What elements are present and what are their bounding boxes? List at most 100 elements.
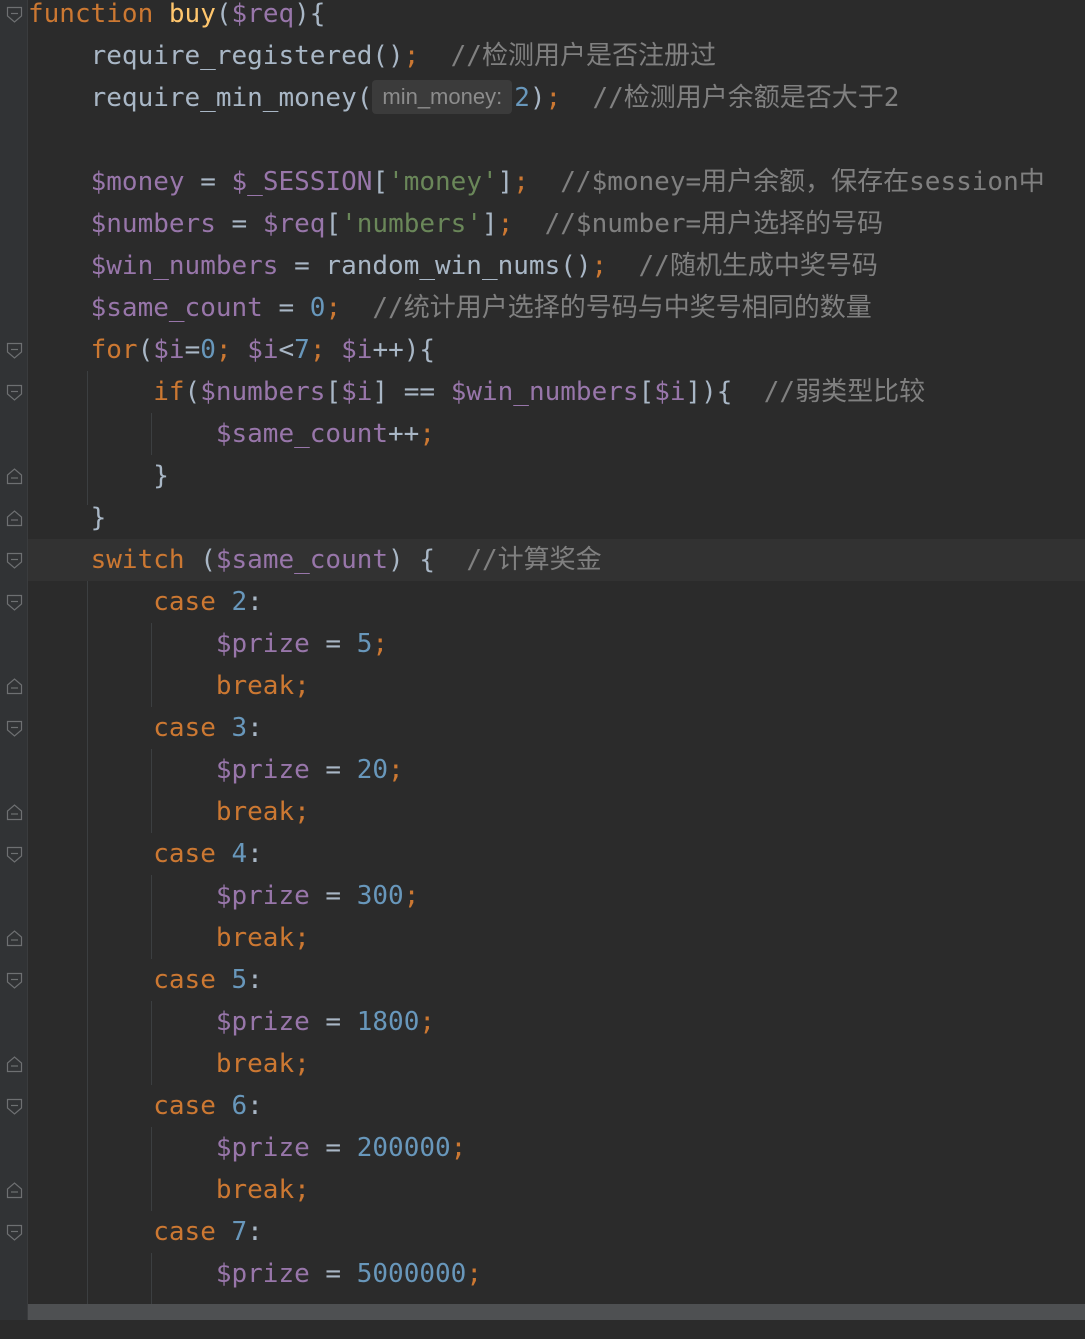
code-line[interactable]: if($numbers[$i] == $win_numbers[$i]){ //… — [28, 371, 925, 413]
code-line[interactable]: break; — [28, 791, 310, 833]
variable-token: $req — [231, 0, 295, 29]
code-line[interactable]: $prize = 5; — [28, 623, 388, 665]
code-token: } — [28, 461, 169, 491]
code-editor[interactable]: function buy($req){ require_registered()… — [0, 0, 1085, 1339]
keyword-token: ; — [419, 1007, 436, 1037]
fold-collapse-icon[interactable] — [6, 6, 23, 23]
comment-token: //弱类型比较 — [763, 377, 926, 407]
fold-end-icon[interactable] — [6, 1182, 23, 1199]
code-line[interactable]: $numbers = $req['numbers']; //$number=用户… — [28, 203, 884, 245]
keyword-token: break; — [215, 1049, 310, 1079]
code-line[interactable]: $prize = 300; — [28, 875, 420, 917]
code-line[interactable]: switch ($same_count) { //计算奖金 — [28, 539, 602, 581]
code-line[interactable]: case 7: — [28, 1211, 263, 1253]
code-line[interactable]: $same_count = 0; //统计用户选择的号码与中奖号相同的数量 — [28, 287, 872, 329]
code-line[interactable]: case 5: — [28, 959, 263, 1001]
code-line[interactable]: break; — [28, 1169, 310, 1211]
variable-token: $prize — [215, 1007, 310, 1037]
code-line[interactable]: $same_count++; — [28, 413, 435, 455]
keyword-token: break; — [215, 671, 310, 701]
fold-end-icon[interactable] — [6, 468, 23, 485]
code-line[interactable]: case 3: — [28, 707, 263, 749]
keyword-token: case — [153, 713, 216, 743]
code-line[interactable]: $prize = 200000; — [28, 1127, 466, 1169]
code-token: = — [309, 1007, 357, 1037]
fold-end-icon[interactable] — [6, 930, 23, 947]
fold-end-icon[interactable] — [6, 1056, 23, 1073]
code-line[interactable]: for($i=0; $i<7; $i++){ — [28, 329, 435, 371]
code-line[interactable]: case 6: — [28, 1085, 263, 1127]
code-line[interactable]: $money = $_SESSION['money']; //$money=用户… — [28, 161, 1045, 203]
fold-collapse-icon[interactable] — [6, 1098, 23, 1115]
keyword-token: case — [153, 587, 216, 617]
fold-collapse-icon[interactable] — [6, 552, 23, 569]
fold-collapse-icon[interactable] — [6, 720, 23, 737]
keyword-token: ; — [325, 293, 342, 323]
code-token: [ — [638, 377, 655, 407]
code-line[interactable]: break; — [28, 665, 310, 707]
code-token: ]){ — [685, 377, 764, 407]
code-line[interactable]: function buy($req){ — [28, 0, 325, 35]
fold-collapse-icon[interactable] — [6, 594, 23, 611]
code-token: = — [215, 209, 263, 239]
fold-end-icon[interactable] — [6, 678, 23, 695]
code-line[interactable]: } — [28, 497, 107, 539]
code-line[interactable]: case 4: — [28, 833, 263, 875]
code-line[interactable]: $prize = 1800; — [28, 1001, 435, 1043]
keyword-token: break; — [215, 1175, 310, 1205]
fold-collapse-icon[interactable] — [6, 972, 23, 989]
code-line[interactable]: $win_numbers = random_win_nums(); //随机生成… — [28, 245, 878, 287]
code-token: ){ — [294, 0, 326, 29]
keyword-token: ; — [372, 629, 389, 659]
number-token: 5 — [231, 965, 248, 995]
code-line[interactable]: $prize = 20; — [28, 749, 404, 791]
variable-token: $prize — [215, 1259, 310, 1289]
code-line[interactable]: } — [28, 455, 169, 497]
comment-token: //计算奖金 — [466, 545, 602, 575]
horizontal-scrollbar[interactable] — [28, 1304, 1085, 1320]
fold-collapse-icon[interactable] — [6, 384, 23, 401]
keyword-token: switch — [90, 545, 185, 575]
fold-collapse-icon[interactable] — [6, 846, 23, 863]
code-token: } — [28, 503, 107, 533]
code-line[interactable]: require_registered(); //检测用户是否注册过 — [28, 35, 716, 77]
number-token: 7 — [231, 1217, 248, 1247]
code-line[interactable]: case 2: — [28, 581, 263, 623]
number-token: 1800 — [356, 1007, 420, 1037]
variable-token: $win_numbers — [450, 377, 639, 407]
variable-token: $i — [341, 335, 373, 365]
code-line[interactable]: break; — [28, 917, 310, 959]
editor-gutter[interactable] — [0, 0, 28, 1339]
number-token: 0 — [309, 293, 326, 323]
code-token: ( — [184, 377, 201, 407]
fold-collapse-icon[interactable] — [6, 1224, 23, 1241]
number-token: 2 — [514, 83, 530, 113]
code-line[interactable]: break; — [28, 1043, 310, 1085]
code-token: require_min_money( — [28, 83, 373, 113]
comment-token: //$money=用户余额，保存在session中 — [560, 167, 1045, 197]
code-token: = — [309, 881, 357, 911]
code-line[interactable]: require_min_money(min_money: 2); //检测用户余额… — [28, 77, 899, 119]
variable-token: $win_numbers — [90, 251, 279, 281]
fold-end-icon[interactable] — [6, 510, 23, 527]
code-line[interactable]: $prize = 5000000; — [28, 1253, 482, 1295]
number-token: 20 — [356, 755, 389, 785]
fold-end-icon[interactable] — [6, 804, 23, 821]
code-token: < — [278, 335, 295, 365]
code-token: = — [309, 1259, 357, 1289]
fold-collapse-icon[interactable] — [6, 342, 23, 359]
